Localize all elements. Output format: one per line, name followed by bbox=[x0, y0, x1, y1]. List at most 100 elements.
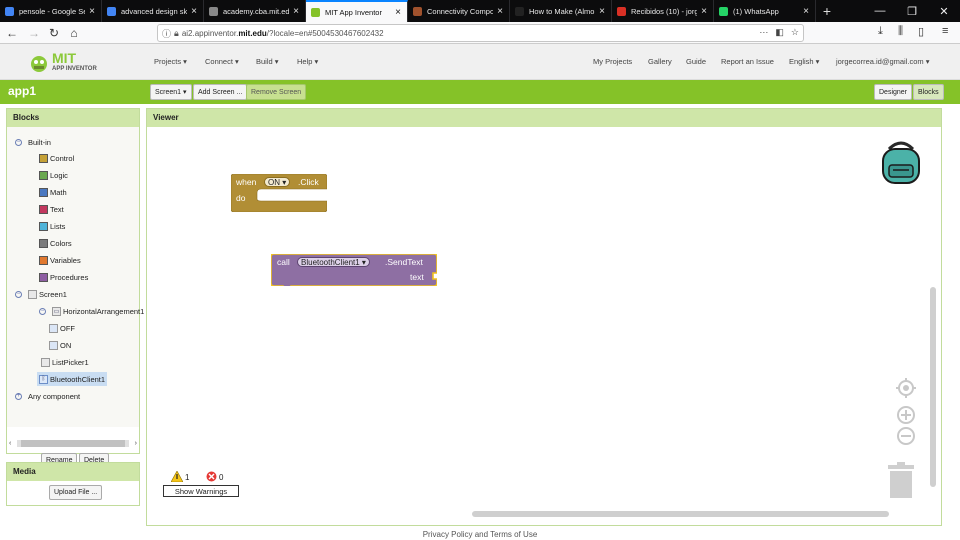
tree-button-off[interactable]: OFF bbox=[49, 321, 75, 335]
media-panel: Media Upload File ... bbox=[6, 462, 140, 506]
blocks-button[interactable]: Blocks bbox=[913, 84, 944, 100]
account-dropdown[interactable]: jorgecorrea.id@gmail.com ▾ bbox=[836, 57, 930, 66]
bookmark-star-icon[interactable]: ☆ bbox=[791, 27, 799, 38]
add-screen-button[interactable]: Add Screen ... bbox=[193, 84, 248, 100]
tab-close-icon[interactable]: × bbox=[293, 6, 299, 17]
designer-button[interactable]: Designer bbox=[874, 84, 913, 100]
when-label: when bbox=[236, 177, 257, 187]
expand-icon[interactable]: + bbox=[15, 392, 22, 400]
upload-file-button[interactable]: Upload File ... bbox=[49, 485, 103, 500]
screen-select[interactable]: Screen1 ▾ bbox=[150, 84, 192, 100]
browser-tab[interactable]: MIT App Inventor × bbox=[306, 0, 408, 22]
browser-tab[interactable]: How to Make (Almo × bbox=[510, 0, 612, 22]
zoom-out-icon[interactable] bbox=[896, 426, 916, 446]
tree-horizontal-arrangement[interactable]: − ▭ HorizontalArrangement1 bbox=[39, 304, 144, 318]
errors-count: 0 bbox=[219, 473, 224, 482]
home-icon[interactable]: ⌂ bbox=[66, 25, 82, 41]
tree-builtin-item[interactable]: Logic bbox=[39, 168, 68, 182]
tree-builtin-item[interactable]: Math bbox=[39, 185, 67, 199]
browser-tab[interactable]: pensole - Google Se × bbox=[0, 0, 102, 22]
tab-label: pensole - Google Se bbox=[19, 6, 86, 16]
tab-close-icon[interactable]: × bbox=[89, 6, 95, 17]
tree-button-on[interactable]: ON bbox=[49, 338, 71, 352]
tab-close-icon[interactable]: × bbox=[395, 7, 401, 18]
scroll-right-icon[interactable]: › bbox=[129, 440, 137, 447]
link-gallery[interactable]: Gallery bbox=[648, 57, 672, 66]
browser-tab[interactable]: Connectivity Compo × bbox=[408, 0, 510, 22]
tab-close-icon[interactable]: × bbox=[497, 6, 503, 17]
library-icon[interactable]: ⫼ bbox=[898, 25, 903, 38]
recenter-icon[interactable] bbox=[896, 378, 916, 398]
forward-icon[interactable]: → bbox=[26, 25, 42, 41]
menu-connect[interactable]: Connect ▾ bbox=[205, 57, 239, 66]
sidebar-icon[interactable]: ▯ bbox=[918, 25, 924, 38]
bluetooth-component-dropdown[interactable]: BluetoothClient1 ▾ bbox=[297, 257, 370, 267]
tree-builtin-item[interactable]: Variables bbox=[39, 253, 81, 267]
minimize-icon[interactable]: — bbox=[864, 0, 896, 22]
scroll-thumb[interactable] bbox=[21, 440, 125, 447]
link-report-issue[interactable]: Report an Issue bbox=[721, 57, 774, 66]
link-my-projects[interactable]: My Projects bbox=[593, 57, 632, 66]
category-swatch-icon bbox=[39, 153, 48, 163]
mit-logo[interactable]: MIT APP INVENTOR bbox=[28, 50, 100, 76]
reload-icon[interactable]: ↻ bbox=[46, 25, 62, 41]
info-icon[interactable]: ⓘ bbox=[162, 27, 171, 40]
zoom-in-icon[interactable] bbox=[896, 405, 916, 425]
language-dropdown[interactable]: English ▾ bbox=[789, 57, 819, 66]
url-prefix: ai2.appinventor. bbox=[181, 28, 239, 38]
blocks-workspace[interactable]: when ON ▾ .Click do call BluetoothClient… bbox=[147, 127, 941, 525]
collapse-icon[interactable]: − bbox=[15, 138, 22, 146]
tab-list: pensole - Google Se × advanced design sk × a… bbox=[0, 0, 816, 22]
download-icon[interactable]: ⤓ bbox=[878, 25, 883, 38]
browser-tab[interactable]: advanced design sk × bbox=[102, 0, 204, 22]
tree-horizontal-scrollbar[interactable]: ‹ › bbox=[9, 439, 137, 448]
footer-link[interactable]: Privacy Policy and Terms of Use bbox=[0, 530, 960, 539]
tree-builtin-item[interactable]: Control bbox=[39, 151, 74, 165]
address-bar[interactable]: ⓘ 🔒︎ ai2.appinventor.mit.edu/?locale=en#… bbox=[157, 24, 804, 42]
restore-icon[interactable]: ❐ bbox=[896, 0, 928, 22]
tree-bluetooth-client[interactable]: ᛒ BluetoothClient1 bbox=[37, 372, 108, 386]
menu-projects[interactable]: Projects ▾ bbox=[154, 57, 187, 66]
menu-build[interactable]: Build ▾ bbox=[256, 57, 279, 66]
scroll-track[interactable] bbox=[17, 440, 129, 447]
warning-triangle-icon bbox=[171, 471, 183, 482]
tree-builtin-item[interactable]: Procedures bbox=[39, 270, 88, 284]
tab-close-icon[interactable]: × bbox=[803, 6, 809, 17]
tree-any-component[interactable]: + Any component bbox=[15, 389, 80, 403]
browser-tab[interactable]: Recibidos (10) - jorg × bbox=[612, 0, 714, 22]
tree-listpicker[interactable]: ListPicker1 bbox=[41, 355, 89, 369]
link-guide[interactable]: Guide bbox=[686, 57, 706, 66]
tab-close-icon[interactable]: × bbox=[701, 6, 707, 17]
trash-icon[interactable] bbox=[888, 462, 914, 498]
page-actions-icon[interactable]: ··· bbox=[759, 27, 768, 38]
tab-close-icon[interactable]: × bbox=[191, 6, 197, 17]
menu-help[interactable]: Help ▾ bbox=[297, 57, 318, 66]
back-icon[interactable]: ← bbox=[4, 25, 20, 41]
browser-tab-strip: pensole - Google Se × advanced design sk × a… bbox=[0, 0, 960, 22]
backpack-icon[interactable] bbox=[879, 139, 923, 185]
browser-tab[interactable]: academy.cba.mit.edu/cl× bbox=[204, 0, 306, 22]
pocket-icon[interactable]: ◧ bbox=[775, 27, 784, 38]
menu-icon[interactable]: ≡ bbox=[942, 25, 948, 37]
component-dropdown[interactable]: ON ▾ bbox=[264, 177, 291, 187]
tab-close-icon[interactable]: × bbox=[599, 6, 605, 17]
collapse-icon[interactable]: − bbox=[39, 307, 46, 315]
collapse-icon[interactable]: − bbox=[15, 290, 22, 298]
tree-screen1[interactable]: − Screen1 bbox=[15, 287, 67, 301]
call-sendtext-block[interactable]: call BluetoothClient1 ▾ .SendText text bbox=[271, 254, 437, 286]
scroll-left-icon[interactable]: ‹ bbox=[9, 440, 17, 447]
close-window-icon[interactable]: ✕ bbox=[928, 0, 960, 22]
workspace-horizontal-scrollbar[interactable] bbox=[472, 511, 889, 517]
tree-builtin[interactable]: − Built-in bbox=[15, 135, 51, 149]
workspace-vertical-scrollbar[interactable] bbox=[930, 287, 936, 487]
when-click-event-block[interactable]: when ON ▾ .Click do bbox=[231, 174, 327, 212]
new-tab-button[interactable]: + bbox=[816, 0, 838, 22]
remove-screen-button[interactable]: Remove Screen bbox=[246, 84, 307, 100]
text-arg-label: text bbox=[410, 272, 424, 282]
media-panel-title: Media bbox=[7, 463, 139, 481]
tree-builtin-item[interactable]: Text bbox=[39, 202, 64, 216]
browser-tab[interactable]: (1) WhatsApp × bbox=[714, 0, 816, 22]
tree-builtin-item[interactable]: Colors bbox=[39, 236, 72, 250]
show-warnings-button[interactable]: Show Warnings bbox=[163, 485, 239, 497]
tree-builtin-item[interactable]: Lists bbox=[39, 219, 65, 233]
